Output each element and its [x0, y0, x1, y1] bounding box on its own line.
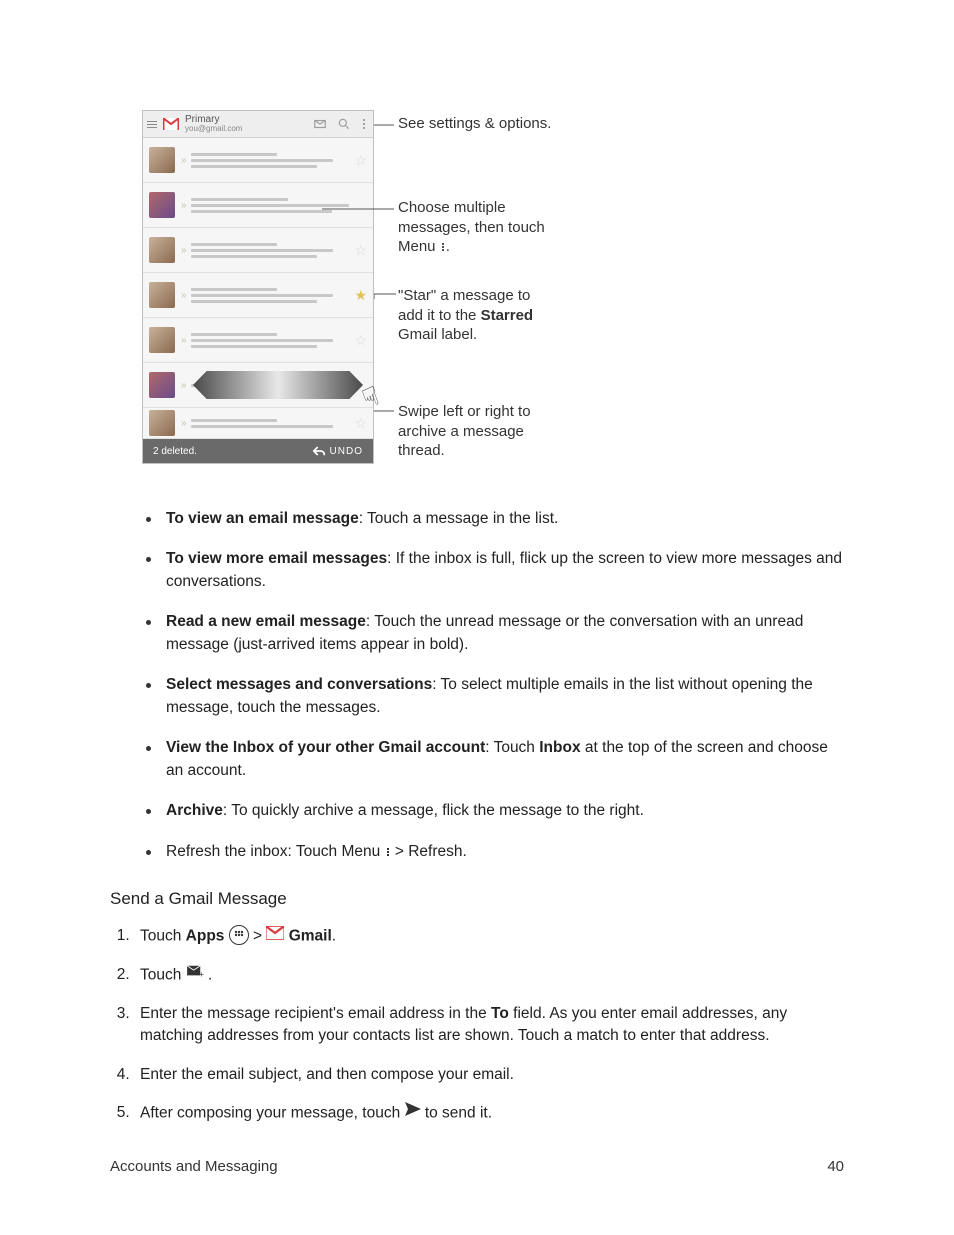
message-row: »☆ — [143, 318, 373, 363]
step-1: Touch Apps > Gmail. — [134, 925, 844, 948]
overflow-menu-icon — [359, 119, 369, 129]
apps-icon — [229, 925, 249, 945]
annotation-star: "Star" a message to add it to the Starre… — [398, 286, 558, 345]
send-icon — [405, 1101, 421, 1123]
snackbar-text: 2 deleted. — [153, 446, 197, 457]
overflow-menu-icon — [442, 243, 444, 251]
chevron-icon: » — [181, 245, 185, 256]
bullet-read-new: Read a new email message: Touch the unre… — [144, 611, 844, 656]
overflow-menu-icon — [387, 848, 389, 856]
message-row: »☆ — [143, 408, 373, 439]
gmail-icon — [163, 118, 179, 130]
bullet-archive: Archive: To quickly archive a message, f… — [144, 800, 844, 822]
hamburger-icon — [147, 121, 157, 128]
svg-text:+: + — [199, 970, 204, 978]
annotation-swipe: Swipe left or right to archive a message… — [398, 402, 558, 461]
annotations: See settings & options. Choose multiple … — [392, 110, 844, 480]
message-row: » — [143, 183, 373, 228]
bullet-refresh: Refresh the inbox: Touch Menu > Refresh. — [144, 841, 844, 863]
star-icon: ☆ — [354, 415, 367, 432]
phone-header: Primary you@gmail.com — [143, 111, 373, 138]
message-list: »☆ » »☆ »★ »☆ » ☟ »☆ — [143, 138, 373, 439]
footer-section: Accounts and Messaging — [110, 1158, 278, 1175]
page-number: 40 — [827, 1158, 844, 1175]
message-row-swiping: » ☟ — [143, 363, 373, 408]
bullet-view-message: To view an email message: Touch a messag… — [144, 508, 844, 530]
star-icon: ☆ — [354, 242, 367, 259]
chevron-icon: » — [181, 418, 185, 429]
bullet-other-account: View the Inbox of your other Gmail accou… — [144, 737, 844, 782]
inbox-figure: Primary you@gmail.com »☆ » »☆ »★ »☆ » ☟ … — [142, 110, 844, 480]
search-icon — [335, 117, 353, 131]
instruction-list: To view an email message: Touch a messag… — [144, 508, 844, 863]
chevron-icon: » — [181, 335, 185, 346]
annotation-choose-multiple: Choose multiple messages, then touch Men… — [398, 198, 558, 257]
chevron-icon: » — [181, 200, 185, 211]
compose-icon: + — [186, 963, 204, 985]
message-placeholder — [191, 153, 349, 168]
phone-mock: Primary you@gmail.com »☆ » »☆ »★ »☆ » ☟ … — [142, 110, 374, 464]
undo-button: UNDO — [312, 445, 363, 457]
snackbar: 2 deleted. UNDO — [143, 439, 373, 463]
star-icon-filled: ★ — [354, 287, 367, 304]
step-3: Enter the message recipient's email addr… — [134, 1003, 844, 1048]
message-row: »☆ — [143, 138, 373, 183]
chevron-icon: » — [181, 380, 185, 391]
page: Primary you@gmail.com »☆ » »☆ »★ »☆ » ☟ … — [0, 0, 954, 1235]
chevron-icon: » — [181, 290, 185, 301]
step-2: Touch + . — [134, 964, 844, 987]
step-4: Enter the email subject, and then compos… — [134, 1064, 844, 1086]
annotation-settings: See settings & options. — [398, 114, 551, 134]
step-5: After composing your message, touch to s… — [134, 1102, 844, 1125]
chevron-icon: » — [181, 155, 185, 166]
header-text: Primary you@gmail.com — [185, 115, 242, 134]
message-row: »☆ — [143, 228, 373, 273]
star-icon: ☆ — [354, 332, 367, 349]
mail-icon — [311, 117, 329, 131]
section-heading: Send a Gmail Message — [110, 889, 844, 909]
bullet-select: Select messages and conversations: To se… — [144, 674, 844, 719]
page-footer: Accounts and Messaging 40 — [110, 1158, 844, 1175]
swipe-overlay — [193, 371, 363, 399]
message-row: »★ — [143, 273, 373, 318]
star-icon: ☆ — [354, 152, 367, 169]
account-email: you@gmail.com — [185, 125, 242, 133]
step-list: Touch Apps > Gmail. Touch + . Enter the … — [112, 925, 844, 1125]
gmail-icon — [266, 925, 284, 947]
bullet-view-more: To view more email messages: If the inbo… — [144, 548, 844, 593]
